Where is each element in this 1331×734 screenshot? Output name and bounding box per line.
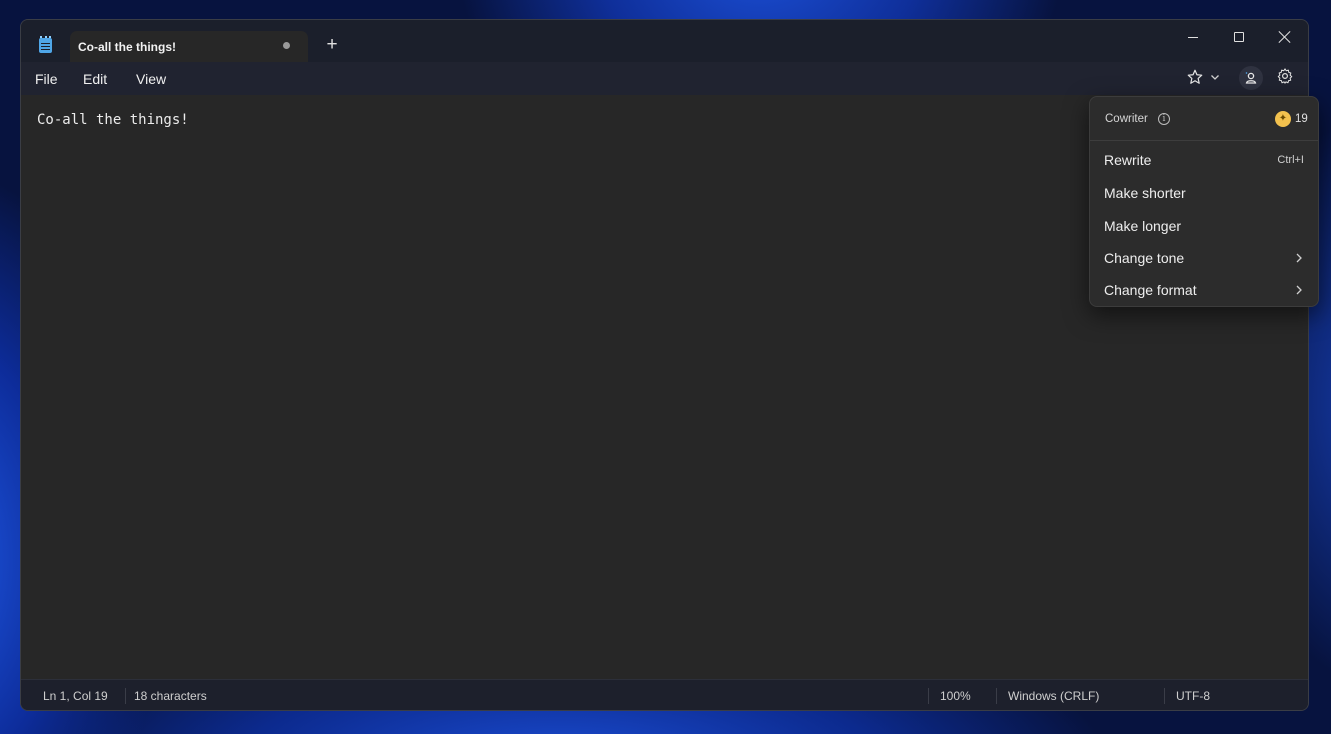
menu-item-make-longer[interactable]: Make longer [1090,210,1318,242]
cowriter-menu: Cowriter i ✦ 19 Rewrite Ctrl+I Make shor… [1089,96,1319,307]
plus-icon: + [326,34,338,55]
credit-icon: ✦ [1275,111,1291,127]
menu-item-label: Change format [1104,282,1197,298]
menu-item-label: Make longer [1104,218,1182,234]
editor-content[interactable]: Co-all the things! [37,112,189,128]
unsaved-dot-icon[interactable] [283,42,290,49]
menu-item-label: Rewrite [1104,152,1152,168]
star-icon[interactable] [1186,68,1204,86]
gear-icon[interactable] [1276,67,1294,85]
cowriter-menu-header: Cowriter i ✦ 19 [1090,97,1318,141]
tab-title: Co-all the things! [78,40,176,54]
cowriter-button[interactable] [1239,66,1263,90]
chevron-right-icon [1296,253,1302,263]
menu-file[interactable]: File [35,71,58,87]
close-button[interactable] [1265,24,1305,50]
minimize-icon [1188,36,1198,38]
cowriter-menu-title: Cowriter [1105,113,1148,125]
menu-item-shortcut: Ctrl+I [1277,154,1304,166]
menu-edit[interactable]: Edit [83,71,107,87]
menu-item-label: Change tone [1104,250,1185,266]
chevron-right-icon [1296,285,1302,295]
status-divider [1164,688,1165,704]
menu-item-change-tone[interactable]: Change tone [1090,242,1318,274]
menu-item-label: Make shorter [1104,185,1186,201]
status-characters: 18 characters [134,689,207,703]
notepad-icon [39,36,52,53]
chevron-down-icon[interactable] [1210,72,1220,82]
cowriter-icon [1245,72,1257,84]
menu-item-rewrite[interactable]: Rewrite Ctrl+I [1090,144,1318,176]
new-tab-button[interactable]: + [321,35,343,57]
status-zoom[interactable]: 100% [940,689,971,703]
menu-item-make-shorter[interactable]: Make shorter [1090,177,1318,209]
info-icon[interactable]: i [1158,113,1170,125]
status-position: Ln 1, Col 19 [43,689,108,703]
close-icon [1279,31,1291,43]
menu-view[interactable]: View [136,71,166,87]
status-line-ending[interactable]: Windows (CRLF) [1008,689,1099,703]
status-bar: Ln 1, Col 19 18 characters 100% Windows … [21,679,1308,710]
maximize-button[interactable] [1219,24,1259,50]
status-encoding[interactable]: UTF-8 [1176,689,1210,703]
minimize-button[interactable] [1173,24,1213,50]
status-divider [996,688,997,704]
credit-count: 19 [1295,113,1308,125]
menu-item-change-format[interactable]: Change format [1090,274,1318,306]
status-divider [928,688,929,704]
status-divider [125,688,126,704]
title-bar: Co-all the things! + [21,20,1308,62]
menu-bar: File Edit View [21,62,1308,95]
maximize-icon [1234,32,1244,42]
tab-document[interactable]: Co-all the things! [70,31,308,62]
